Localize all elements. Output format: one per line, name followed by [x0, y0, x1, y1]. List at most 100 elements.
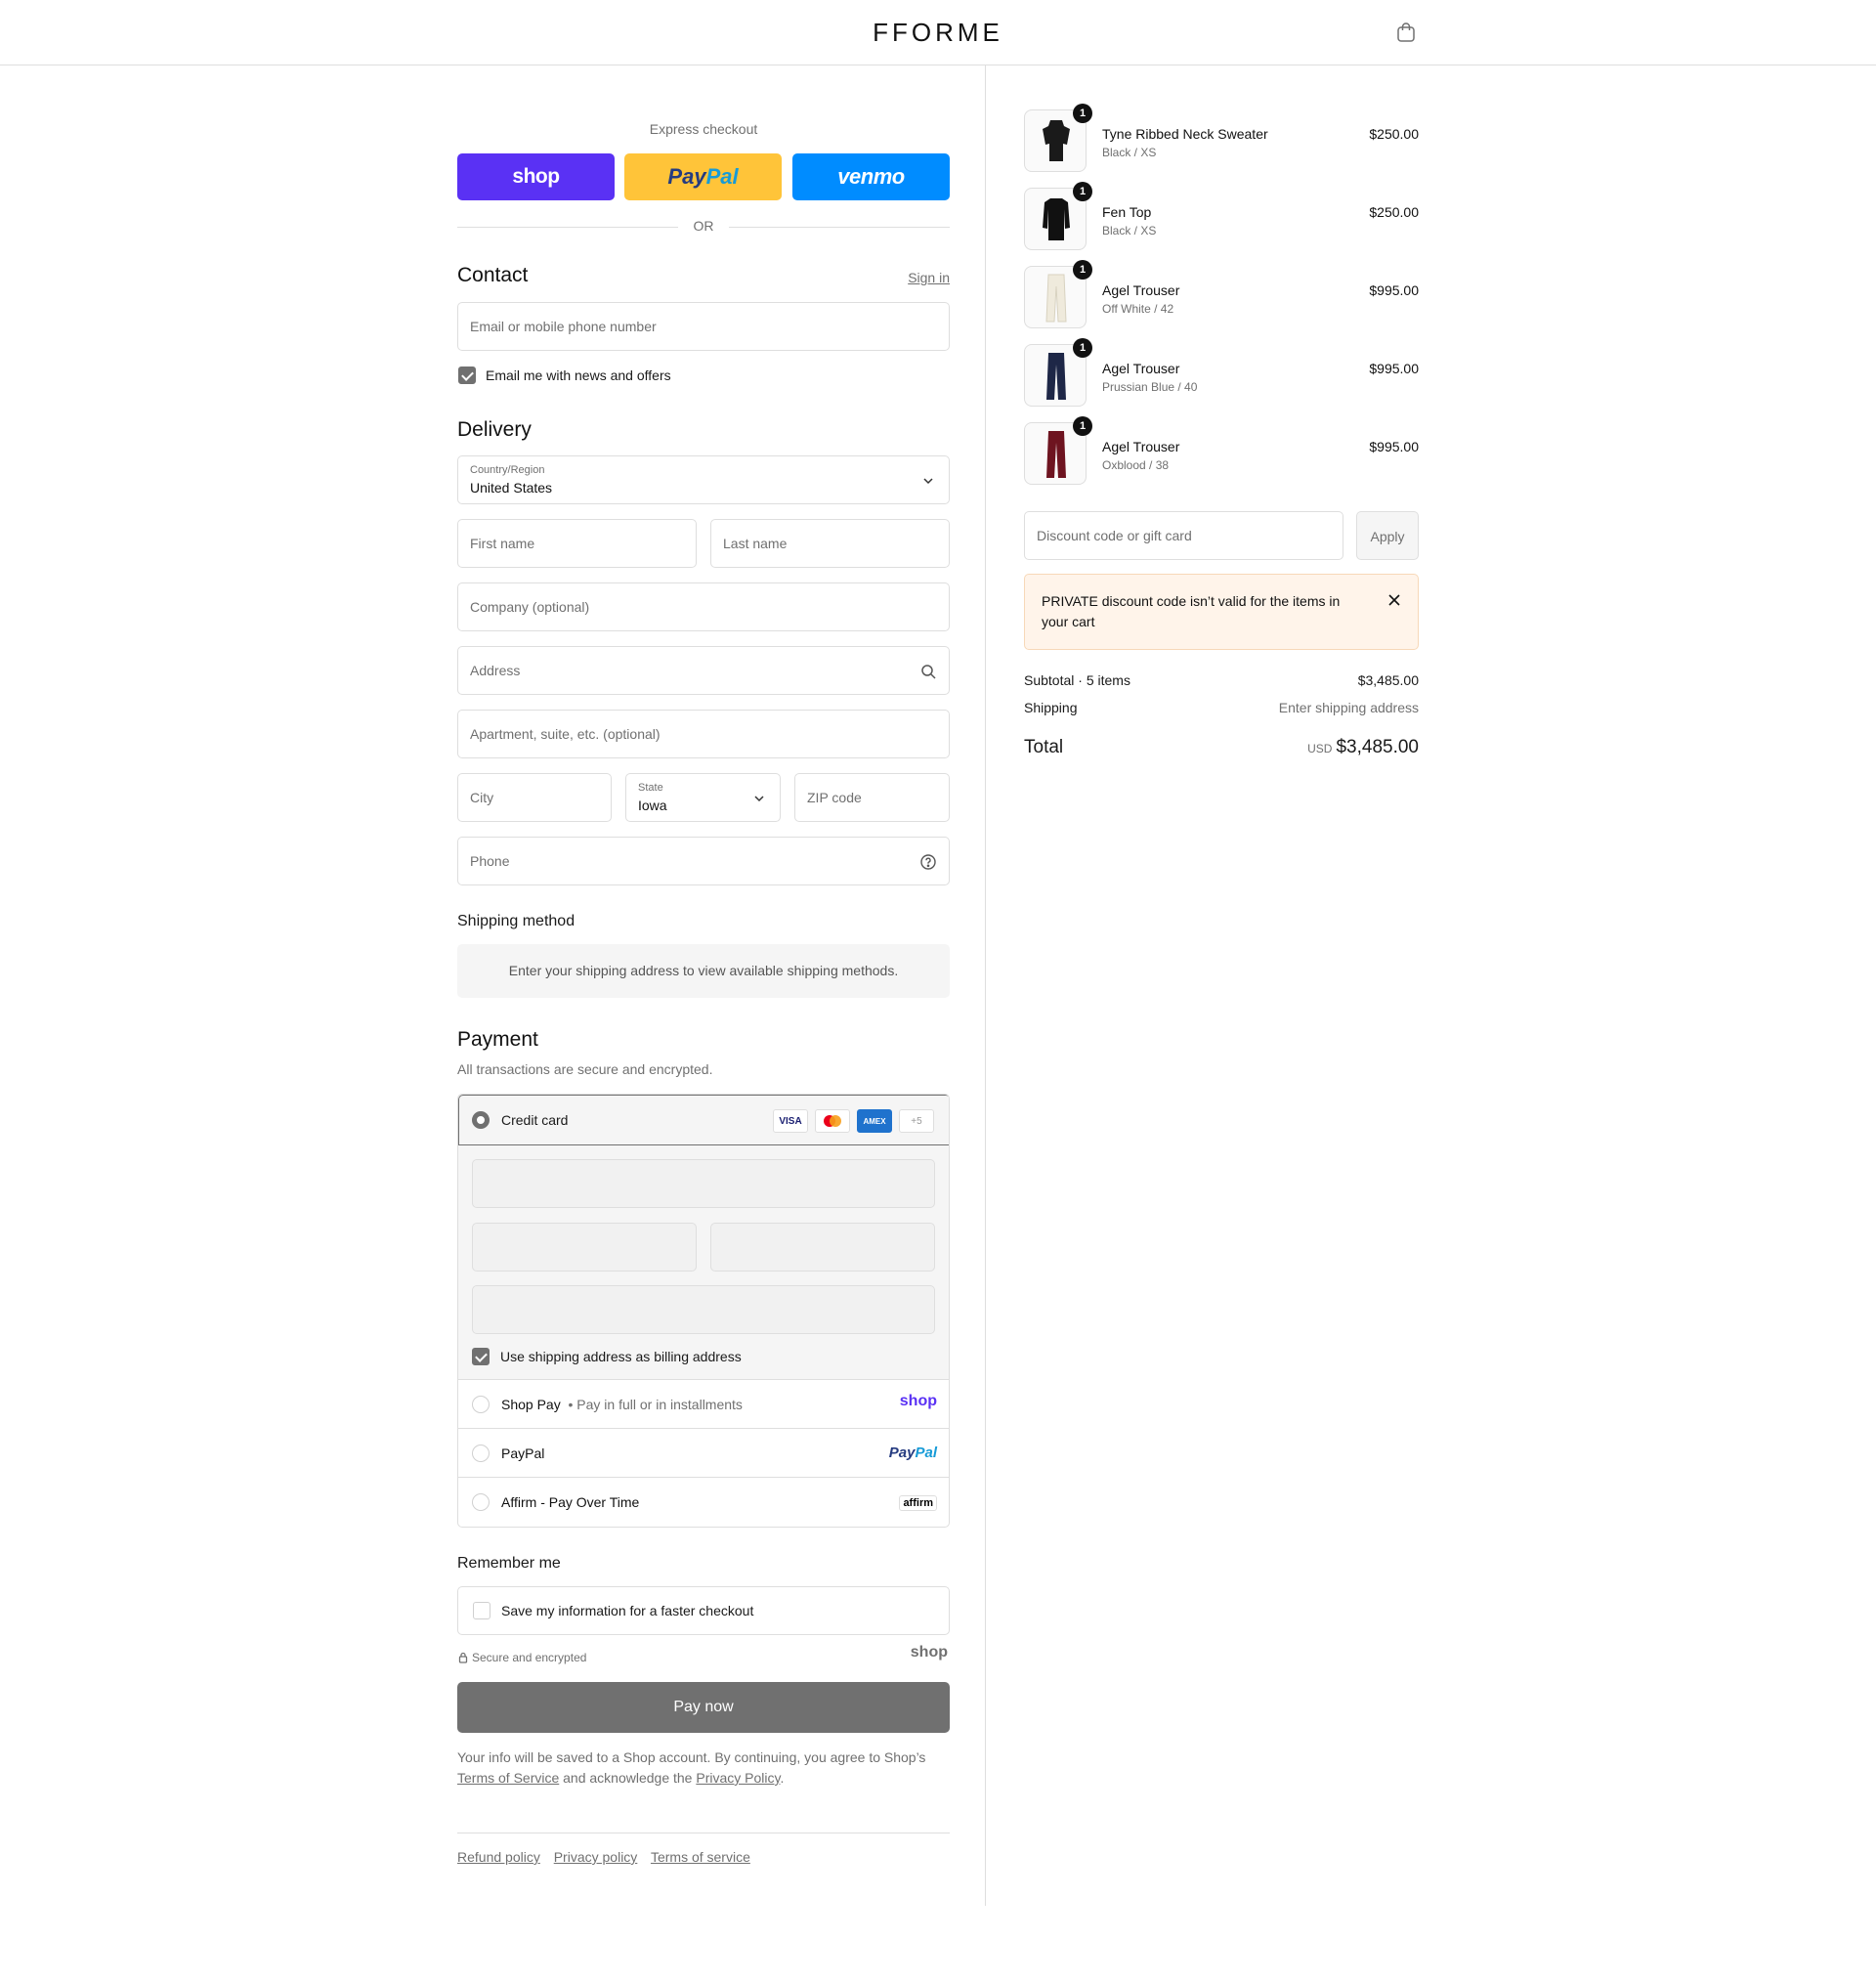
credit-card-option[interactable]: Credit card VISA AMEX +5 [458, 1095, 949, 1145]
credit-card-radio[interactable] [472, 1111, 490, 1129]
footer-privacy-policy-link[interactable]: Privacy policy [554, 1849, 638, 1865]
chevron-down-icon [754, 796, 764, 802]
state-value: Iowa [638, 798, 667, 813]
terms-of-service-link[interactable]: Terms of Service [457, 1770, 559, 1786]
apply-discount-button[interactable]: Apply [1356, 511, 1419, 560]
product-variant: Oxblood / 38 [1102, 458, 1170, 472]
save-info-checkbox[interactable] [473, 1602, 490, 1619]
payment-subtitle: All transactions are secure and encrypte… [457, 1061, 713, 1077]
quantity-badge: 1 [1073, 260, 1092, 280]
discount-code-field[interactable]: Discount code or gift card [1024, 511, 1343, 560]
quantity-badge: 1 [1073, 182, 1092, 201]
country-value: United States [470, 480, 553, 496]
mastercard-icon [815, 1109, 850, 1133]
card-number-field[interactable] [472, 1159, 935, 1208]
paypal-express-button[interactable]: PayPal [624, 153, 782, 200]
visa-icon: VISA [773, 1109, 808, 1133]
save-info-label: Save my information for a faster checkou… [501, 1603, 754, 1618]
apartment-placeholder: Apartment, suite, etc. (optional) [470, 726, 661, 742]
email-placeholder: Email or mobile phone number [470, 319, 657, 334]
card-expiry-field[interactable] [472, 1223, 697, 1272]
privacy-policy-link[interactable]: Privacy Policy [696, 1770, 780, 1786]
column-divider [985, 65, 986, 1906]
email-field[interactable]: Email or mobile phone number [457, 302, 950, 351]
paypal-option[interactable]: PayPal PayPal [458, 1429, 949, 1478]
cart-item: 1 Agel Trouser Prussian Blue / 40 $995.00 [1024, 338, 1419, 409]
header: FFORME [0, 0, 1876, 65]
affirm-label: Affirm - Pay Over Time [501, 1494, 640, 1510]
discount-error-text: PRIVATE discount code isn’t valid for th… [1042, 593, 1341, 629]
brand-logo[interactable]: FFORME [0, 18, 1876, 48]
country-select[interactable]: Country/Region United States [457, 455, 950, 504]
shop-pay-express-button[interactable]: shop [457, 153, 615, 200]
express-checkout-title: Express checkout [649, 121, 758, 137]
affirm-option[interactable]: Affirm - Pay Over Time affirm [458, 1478, 949, 1527]
product-price: $995.00 [1369, 361, 1419, 376]
product-price: $250.00 [1369, 204, 1419, 220]
shipping-label: Shipping [1024, 700, 1078, 715]
cart-item: 1 Tyne Ribbed Neck Sweater Black / XS $250.… [1024, 104, 1419, 174]
news-checkbox[interactable] [458, 367, 476, 384]
first-name-placeholder: First name [470, 536, 535, 551]
or-label: OR [693, 218, 714, 234]
product-variant: Off White / 42 [1102, 302, 1174, 316]
product-variant: Black / XS [1102, 224, 1157, 237]
card-name-field[interactable] [472, 1285, 935, 1334]
card-security-code-field[interactable] [710, 1223, 935, 1272]
address-field[interactable]: Address [457, 646, 950, 695]
apartment-field[interactable]: Apartment, suite, etc. (optional) [457, 710, 950, 758]
venmo-express-button[interactable]: venmo [792, 153, 950, 200]
or-divider: OR [457, 217, 950, 237]
credit-card-label: Credit card [501, 1112, 569, 1128]
cart-item: 1 Agel Trouser Off White / 42 $995.00 [1024, 260, 1419, 330]
city-field[interactable]: City [457, 773, 612, 822]
lock-icon [458, 1652, 468, 1663]
company-placeholder: Company (optional) [470, 599, 590, 615]
sign-in-link[interactable]: Sign in [908, 270, 950, 285]
billing-address-checkbox[interactable] [472, 1348, 490, 1365]
first-name-field[interactable]: First name [457, 519, 697, 568]
state-label: State [638, 782, 663, 794]
bag-icon[interactable] [1394, 21, 1418, 44]
payment-methods: Credit card VISA AMEX +5 Use shipping ad… [457, 1094, 950, 1528]
payment-title: Payment [457, 1028, 538, 1051]
total-currency: USD [1307, 742, 1333, 755]
cart-item: 1 Fen Top Black / XS $250.00 [1024, 182, 1419, 252]
paypal-label: PayPal [501, 1445, 545, 1461]
phone-field[interactable]: Phone [457, 837, 950, 885]
shop-logo: shop [512, 165, 560, 188]
last-name-placeholder: Last name [723, 536, 788, 551]
shop-pay-radio[interactable] [472, 1396, 490, 1413]
shop-pay-option[interactable]: Shop Pay • Pay in full or in installment… [458, 1380, 949, 1429]
zip-placeholder: ZIP code [807, 790, 862, 805]
state-select[interactable]: State Iowa [625, 773, 781, 822]
refund-policy-link[interactable]: Refund policy [457, 1849, 540, 1865]
paypal-radio[interactable] [472, 1445, 490, 1462]
total-value: $3,485.00 [1336, 737, 1419, 757]
footer-terms-of-service-link[interactable]: Terms of service [651, 1849, 750, 1865]
save-info-box[interactable]: Save my information for a faster checkou… [457, 1586, 950, 1635]
product-price: $250.00 [1369, 126, 1419, 142]
close-icon[interactable] [1386, 592, 1402, 608]
subtotal-label: Subtotal · 5 items [1024, 672, 1130, 688]
discount-error-notice: PRIVATE discount code isn’t valid for th… [1024, 574, 1419, 650]
contact-title: Contact [457, 264, 529, 286]
zip-field[interactable]: ZIP code [794, 773, 950, 822]
help-icon[interactable] [919, 853, 937, 871]
country-label: Country/Region [470, 464, 545, 476]
venmo-logo: venmo [837, 164, 905, 189]
quantity-badge: 1 [1073, 104, 1092, 123]
shop-pay-label: Shop Pay [501, 1397, 561, 1412]
subtotal-row: Subtotal · 5 items $3,485.00 [1024, 672, 1419, 688]
affirm-radio[interactable] [472, 1493, 490, 1511]
product-price: $995.00 [1369, 282, 1419, 298]
address-placeholder: Address [470, 663, 521, 678]
product-name: Agel Trouser [1102, 282, 1180, 298]
paypal-logo: PayPal [667, 164, 739, 189]
subtotal-value: $3,485.00 [1357, 672, 1419, 688]
last-name-field[interactable]: Last name [710, 519, 950, 568]
pay-now-button[interactable]: Pay now [457, 1682, 950, 1733]
more-cards-badge: +5 [899, 1109, 934, 1133]
company-field[interactable]: Company (optional) [457, 582, 950, 631]
quantity-badge: 1 [1073, 338, 1092, 358]
